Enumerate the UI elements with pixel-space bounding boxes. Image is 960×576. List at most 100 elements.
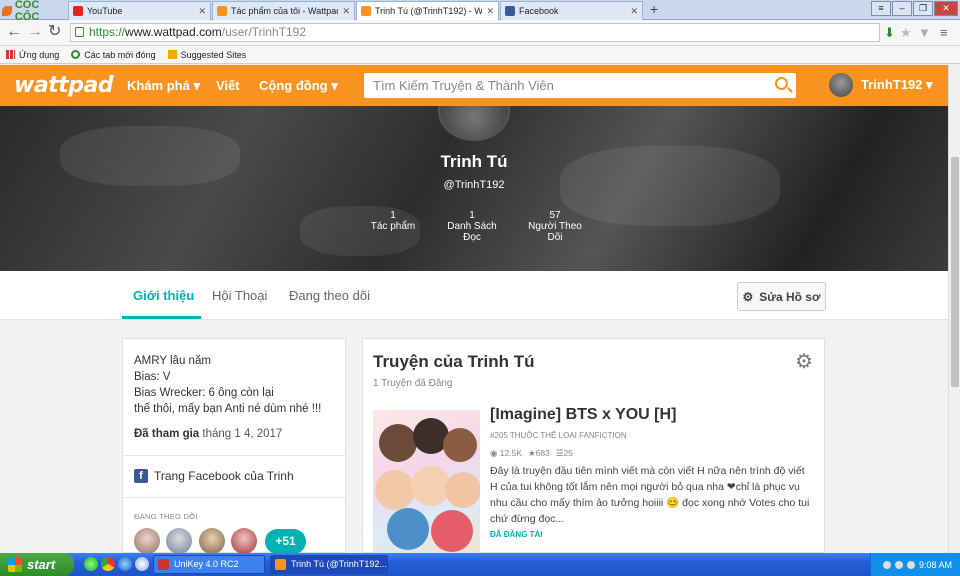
taskbar-item-unikey[interactable]: UniKey 4.0 RC2: [153, 555, 265, 574]
browser-tab-facebook[interactable]: Facebook ✕: [500, 1, 643, 20]
following-avatar[interactable]: [134, 528, 160, 554]
username-label: TrinhT192 ▾: [861, 77, 933, 92]
close-icon[interactable]: ✕: [486, 6, 494, 17]
menu-icon[interactable]: ≡: [940, 25, 948, 40]
page-scrollbar[interactable]: [948, 65, 960, 553]
forward-arrow-icon[interactable]: →: [27, 24, 43, 40]
joined-value: tháng 1 4, 2017: [202, 428, 283, 440]
facebook-page-link[interactable]: f Trang Facebook của Trinh: [134, 469, 294, 483]
joined-date: Đã tham gia tháng 1 4, 2017: [134, 428, 282, 440]
bookmark-recent-tabs[interactable]: Các tab mới đóng: [71, 50, 156, 60]
bookmark-star-icon[interactable]: ★: [900, 25, 912, 41]
unikey-icon: [158, 559, 169, 570]
bookmark-label: Suggested Sites: [180, 49, 247, 60]
window-controls: ≡ – ❐ ✕: [871, 1, 958, 16]
eye-icon: ◉: [490, 448, 498, 458]
following-avatar[interactable]: [231, 528, 257, 554]
taskbar-item-label: Trinh Tú (@TrinhT192...: [291, 559, 387, 569]
edit-profile-button[interactable]: ⚙ Sửa Hồ sơ: [737, 282, 826, 311]
stat-value: 57: [549, 210, 561, 221]
tab-about[interactable]: Giới thiệu: [133, 288, 194, 303]
reload-icon[interactable]: ↻: [48, 24, 61, 40]
close-icon[interactable]: ✕: [342, 6, 350, 17]
suggested-sites-icon: [167, 50, 177, 59]
quicklaunch-icon[interactable]: [135, 557, 149, 571]
tab-title: YouTube: [87, 6, 123, 16]
nav-explore[interactable]: Khám phá ▾: [127, 78, 200, 94]
menu-icon[interactable]: ≡: [871, 1, 891, 16]
browser-tab-youtube[interactable]: YouTube ✕: [68, 1, 211, 20]
browser-icon: [275, 559, 286, 570]
bio-line: thế thôi, mấy bạn Anti né dùm nhé !!!: [134, 403, 322, 415]
url-host: www.wattpad.com: [125, 25, 222, 39]
taskbar-item-browser[interactable]: Trinh Tú (@TrinhT192...: [270, 555, 388, 574]
following-avatar[interactable]: [199, 528, 225, 554]
browser-tab-profile[interactable]: Trinh Tú (@TrinhT192) - Watt ✕: [356, 1, 499, 20]
new-tab-button[interactable]: +: [650, 2, 658, 16]
back-arrow-icon[interactable]: ←: [6, 24, 22, 40]
start-label: start: [27, 557, 56, 572]
restore-button[interactable]: ❐: [913, 1, 933, 16]
story-stats: ◉ 12.5K ★683 ☰25: [490, 448, 573, 459]
taskbar-item-label: UniKey 4.0 RC2: [174, 559, 239, 569]
gear-icon[interactable]: ⚙: [795, 352, 813, 372]
apps-grid-icon: [6, 50, 15, 59]
profile-handle: @TrinhT192: [443, 179, 505, 191]
start-button[interactable]: start: [0, 553, 74, 576]
url-field[interactable]: https://www.wattpad.com/user/TrinhT192: [70, 23, 880, 42]
facebook-icon: f: [134, 469, 148, 483]
stat-value: 1: [390, 210, 396, 221]
tray-icon[interactable]: [882, 560, 891, 569]
story-reads: ◉ 12.5K: [490, 448, 522, 459]
story-cover-image[interactable]: [373, 410, 480, 554]
tray-icon[interactable]: [894, 560, 903, 569]
minimize-button[interactable]: –: [892, 1, 912, 16]
wattpad-icon: [361, 6, 371, 16]
wattpad-logo[interactable]: wattpad: [14, 73, 114, 98]
search-input[interactable]: Tìm Kiếm Truyện & Thành Viên: [364, 73, 796, 98]
following-avatar[interactable]: [166, 528, 192, 554]
story-title[interactable]: [Imagine] BTS x YOU [H]: [490, 406, 676, 424]
cover-character: [445, 472, 480, 508]
following-title: ĐANG THEO DÕI: [134, 512, 198, 521]
internet-explorer-icon[interactable]: [118, 557, 132, 571]
quicklaunch-icon[interactable]: [84, 557, 98, 571]
tab-title: Tác phẩm của tôi - Wattpad: [231, 6, 339, 16]
divider: [123, 455, 345, 456]
stat-label: Tác phẩm: [370, 221, 416, 232]
tab-following[interactable]: Đang theo dõi: [289, 288, 370, 303]
browser-tab-my-works[interactable]: Tác phẩm của tôi - Wattpad ✕: [212, 1, 355, 20]
search-placeholder: Tìm Kiếm Truyện & Thành Viên: [373, 78, 554, 93]
close-icon[interactable]: ✕: [198, 6, 206, 17]
bookmark-suggested-sites[interactable]: Suggested Sites: [167, 49, 247, 60]
bookmark-label: Ứng dụng: [19, 49, 60, 60]
search-icon[interactable]: [775, 77, 788, 90]
tab-conversations[interactable]: Hội Thoại: [212, 288, 267, 303]
url-scheme: https://: [89, 25, 126, 39]
close-icon[interactable]: ✕: [630, 6, 638, 17]
chrome-icon[interactable]: [101, 557, 115, 571]
nav-community[interactable]: Cộng đồng ▾: [259, 78, 338, 94]
about-panel: AMRY lâu năm Bias: V Bias Wrecker: 6 ông…: [122, 338, 346, 554]
gear-icon: ⚙: [742, 289, 754, 304]
user-menu[interactable]: TrinhT192 ▾: [829, 73, 933, 97]
nav-write[interactable]: Viết: [216, 78, 240, 93]
stat-followers[interactable]: 57 Người Theo Dõi: [520, 210, 590, 243]
download-extension-icon[interactable]: ⬇: [884, 25, 895, 41]
following-more-badge[interactable]: +51: [265, 529, 306, 554]
clock[interactable]: 9:08 AM: [919, 560, 952, 570]
story-reads-value: 12.5K: [499, 448, 523, 458]
divider: [123, 497, 345, 498]
tray-icon[interactable]: [906, 560, 915, 569]
windows-taskbar: start UniKey 4.0 RC2 Trinh Tú (@TrinhT19…: [0, 553, 960, 576]
stat-reading-lists[interactable]: 1 Danh Sách Đọc: [437, 210, 507, 243]
stat-works[interactable]: 1 Tác phẩm: [358, 210, 428, 232]
close-window-button[interactable]: ✕: [934, 1, 958, 16]
tab-title: Facebook: [519, 6, 559, 16]
coccoc-logo[interactable]: CỐC CỐC: [2, 0, 66, 23]
coccoc-leaf-icon: [2, 5, 12, 16]
bookmark-apps[interactable]: Ứng dụng: [6, 50, 59, 60]
scroll-thumb[interactable]: [951, 157, 959, 387]
download-icon[interactable]: ▼: [918, 25, 931, 40]
url-path: /user/TrinhT192: [221, 25, 306, 39]
